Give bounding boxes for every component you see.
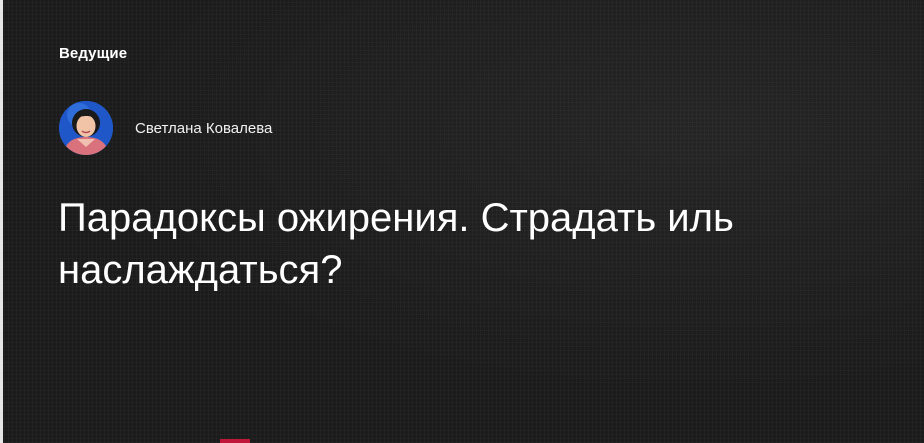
bottom-accent-strip (220, 439, 250, 443)
host-photo (59, 101, 113, 155)
episode-title: Парадоксы ожирения. Страдать иль наслажд… (58, 196, 734, 292)
hosts-section-label: Ведущие (59, 45, 128, 62)
host-card[interactable]: Светлана Ковалева (59, 101, 272, 155)
left-edge-divider (0, 0, 3, 443)
avatar[interactable] (59, 101, 113, 155)
host-name[interactable]: Светлана Ковалева (135, 120, 272, 137)
